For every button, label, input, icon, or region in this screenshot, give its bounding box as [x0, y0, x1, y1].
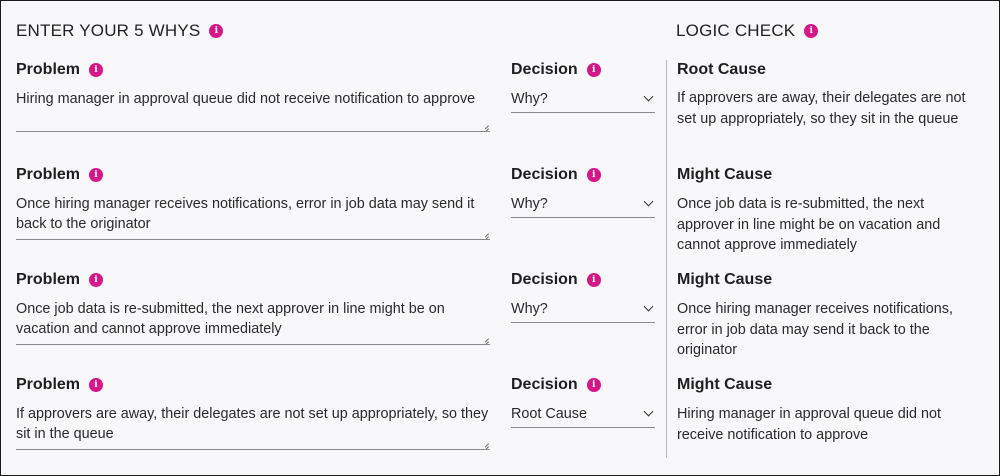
logic-label-text: Might Cause: [677, 166, 773, 183]
logic-check-title-text: LOGIC CHECK: [676, 21, 796, 40]
problem-text: Once hiring manager receives notificatio…: [16, 196, 475, 232]
problem-text: Hiring manager in approval queue did not…: [16, 91, 476, 107]
logic-label: Root Cause: [677, 61, 766, 79]
five-whys-panel: ENTER YOUR 5 WHYS i LOGIC CHECK i Proble…: [0, 0, 1000, 476]
info-icon[interactable]: i: [586, 63, 601, 77]
problem-label-text: Problem: [16, 271, 81, 288]
resize-handle-icon[interactable]: [481, 439, 489, 447]
decision-select[interactable]: Why?: [511, 89, 655, 113]
divider: [666, 60, 667, 458]
decision-label: Decision i: [511, 376, 601, 394]
chevron-down-icon: [643, 301, 654, 312]
logic-check-title: LOGIC CHECK i: [676, 21, 819, 41]
info-icon[interactable]: i: [804, 24, 819, 38]
decision-label-text: Decision: [511, 271, 578, 288]
decision-label-text: Decision: [511, 166, 578, 183]
resize-handle-icon[interactable]: [481, 121, 489, 129]
chevron-down-icon: [643, 406, 654, 417]
info-icon[interactable]: i: [586, 273, 601, 287]
info-icon[interactable]: i: [586, 378, 601, 392]
section-title: ENTER YOUR 5 WHYS i: [16, 21, 224, 41]
info-icon[interactable]: i: [586, 168, 601, 182]
problem-textarea[interactable]: Once job data is re-submitted, the next …: [16, 299, 490, 345]
problem-text: If approvers are away, their delegates a…: [16, 406, 489, 442]
section-title-text: ENTER YOUR 5 WHYS: [16, 21, 201, 40]
problem-label: Problem i: [16, 271, 104, 289]
info-icon[interactable]: i: [89, 273, 104, 287]
problem-label-text: Problem: [16, 61, 81, 78]
chevron-down-icon: [643, 91, 654, 102]
problem-label: Problem i: [16, 61, 104, 79]
info-icon[interactable]: i: [89, 378, 104, 392]
logic-label: Might Cause: [677, 376, 772, 394]
decision-select[interactable]: Root Cause: [511, 404, 655, 428]
decision-label: Decision i: [511, 166, 601, 184]
decision-value: Why?: [511, 300, 548, 317]
problem-textarea[interactable]: Once hiring manager receives notificatio…: [16, 194, 490, 240]
decision-value: Why?: [511, 90, 548, 107]
decision-label-text: Decision: [511, 376, 578, 393]
problem-label-text: Problem: [16, 376, 81, 393]
logic-text: If approvers are away, their delegates a…: [677, 90, 966, 127]
problem-textarea[interactable]: If approvers are away, their delegates a…: [16, 404, 490, 450]
logic-text: Once job data is re-submitted, the next …: [677, 196, 941, 253]
logic-text: Once hiring manager receives notificatio…: [677, 301, 953, 358]
decision-value: Why?: [511, 195, 548, 212]
problem-label: Problem i: [16, 376, 104, 394]
info-icon[interactable]: i: [89, 63, 104, 77]
problem-text: Once job data is re-submitted, the next …: [16, 301, 445, 337]
problem-label: Problem i: [16, 166, 104, 184]
logic-label-text: Might Cause: [677, 271, 773, 288]
decision-select[interactable]: Why?: [511, 299, 655, 323]
decision-select[interactable]: Why?: [511, 194, 655, 218]
logic-label-text: Root Cause: [677, 61, 766, 78]
problem-textarea[interactable]: Hiring manager in approval queue did not…: [16, 89, 490, 132]
info-icon[interactable]: i: [89, 168, 104, 182]
chevron-down-icon: [643, 196, 654, 207]
decision-label: Decision i: [511, 61, 601, 79]
logic-label: Might Cause: [677, 166, 772, 184]
logic-text: Hiring manager in approval queue did not…: [677, 406, 941, 443]
logic-label-text: Might Cause: [677, 376, 773, 393]
info-icon[interactable]: i: [209, 24, 224, 38]
decision-value: Root Cause: [511, 405, 587, 422]
decision-label: Decision i: [511, 271, 601, 289]
logic-label: Might Cause: [677, 271, 772, 289]
problem-label-text: Problem: [16, 166, 81, 183]
resize-handle-icon[interactable]: [481, 229, 489, 237]
resize-handle-icon[interactable]: [481, 334, 489, 342]
decision-label-text: Decision: [511, 61, 578, 78]
